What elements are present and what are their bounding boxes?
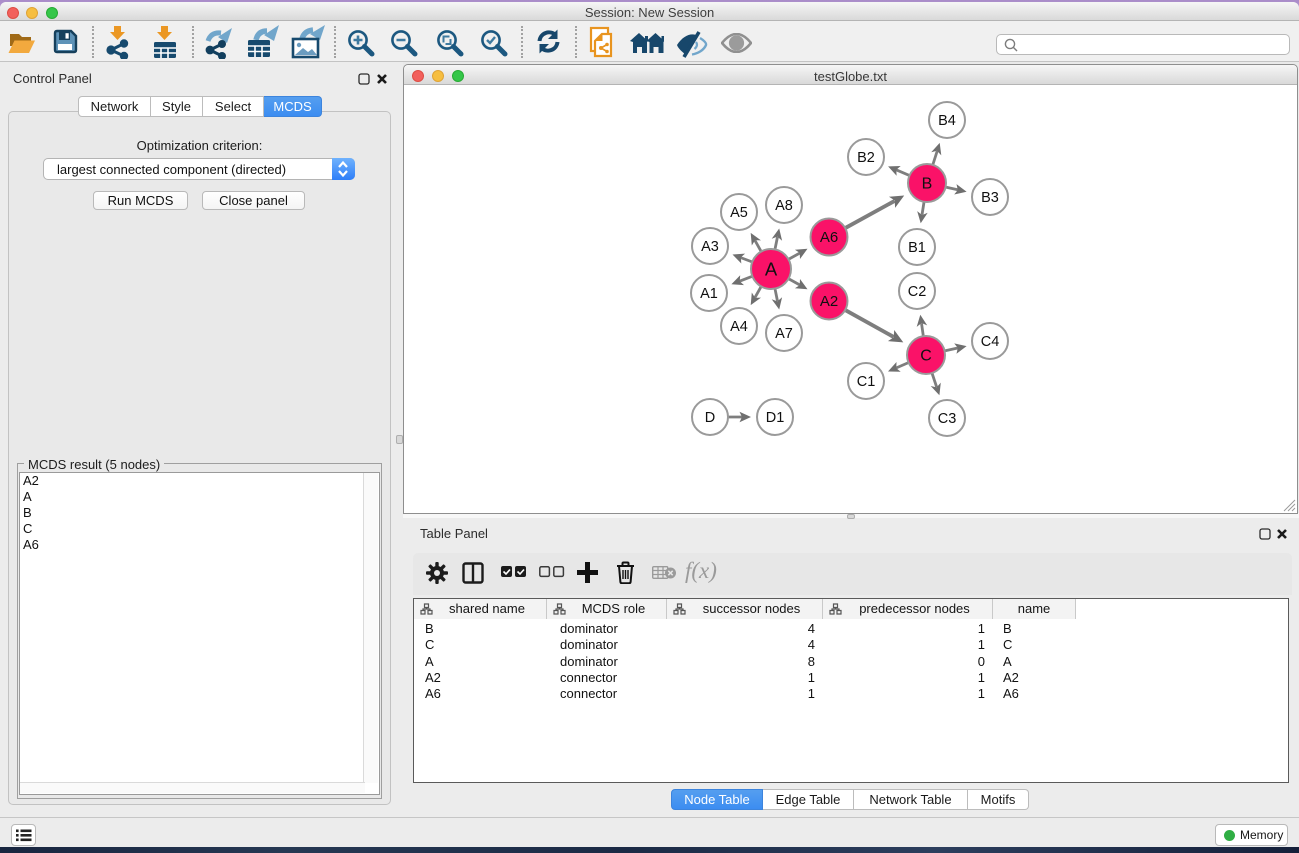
svg-text:B4: B4 [938,113,956,129]
svg-text:C4: C4 [981,334,1000,350]
svg-text:C3: C3 [938,411,957,427]
svg-text:A3: A3 [701,239,719,255]
svg-text:B: B [922,175,933,192]
svg-text:C1: C1 [857,374,876,390]
svg-text:A: A [765,258,778,279]
svg-text:A4: A4 [730,319,748,335]
svg-text:A5: A5 [730,205,748,221]
svg-text:B2: B2 [857,150,875,166]
svg-text:B3: B3 [981,190,999,206]
svg-text:A2: A2 [820,293,838,310]
svg-text:A8: A8 [775,198,793,214]
svg-text:A6: A6 [820,229,838,246]
svg-text:D1: D1 [766,410,785,426]
svg-text:A1: A1 [700,286,718,302]
svg-text:D: D [705,410,715,426]
svg-text:C2: C2 [908,284,927,300]
svg-text:B1: B1 [908,240,926,256]
svg-text:A7: A7 [775,326,793,342]
svg-text:C: C [920,347,932,364]
